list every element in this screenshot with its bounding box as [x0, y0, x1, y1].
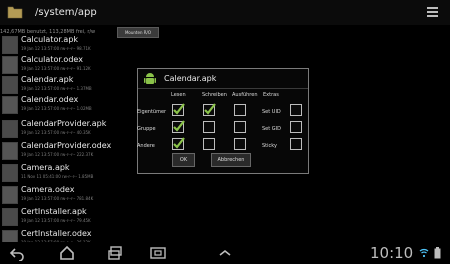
file-name: CalendarProvider.apk	[21, 119, 107, 128]
dialog-divider	[138, 88, 308, 89]
home-icon[interactable]	[59, 245, 75, 261]
list-item[interactable]: Calculator.apk 19 Jan 12 13:57:00 rw-r--…	[0, 34, 450, 56]
file-name: CertInstaller.odex	[21, 229, 92, 238]
row-group: Gruppe	[137, 126, 156, 132]
odex-file-icon	[2, 56, 18, 74]
dialog-title: Calendar.apk	[164, 74, 217, 83]
row-owner: Eigentümer	[137, 109, 167, 115]
android-icon	[144, 73, 156, 84]
file-meta: 19 Jan 12 13:57:00 rw-r--r-- 40.35K	[21, 130, 91, 135]
chevron-up-icon[interactable]	[217, 245, 233, 261]
owner-read-checkbox[interactable]	[172, 103, 185, 116]
check-icon	[173, 137, 185, 149]
odex-file-icon	[2, 142, 18, 160]
recent-apps-icon[interactable]	[108, 245, 124, 261]
apk-file-icon	[2, 120, 18, 138]
permissions-dialog: Calendar.apk Lesen Schreiben Ausführen E…	[137, 68, 309, 174]
label-set-uid: Set UID	[262, 109, 281, 115]
others-write-checkbox[interactable]	[203, 138, 215, 150]
file-meta: 19 Jan 12 13:57:00 rw-r--r-- 98.71K	[21, 46, 91, 51]
menu-icon[interactable]	[427, 7, 438, 18]
group-read-checkbox[interactable]	[172, 120, 185, 133]
apk-file-icon	[2, 36, 18, 54]
file-meta: 19 Jan 12 13:57:00 rw-r--r-- 781.84K	[21, 196, 94, 201]
folder-icon	[7, 6, 23, 19]
column-read: Lesen	[171, 92, 186, 98]
ok-button[interactable]: OK	[172, 153, 195, 167]
odex-file-icon	[2, 186, 18, 204]
column-extras: Extras	[263, 92, 279, 98]
odex-file-icon	[2, 96, 18, 114]
file-meta: 11 Nov 11 05:41:00 rw-r--r-- 1.85MB	[21, 174, 94, 179]
file-name: Calendar.apk	[21, 75, 74, 84]
label-sticky: Sticky	[262, 143, 277, 149]
apk-file-icon	[2, 76, 18, 94]
file-name: Camera.odex	[21, 185, 75, 194]
check-icon	[173, 120, 185, 132]
back-icon[interactable]	[9, 245, 25, 261]
others-read-checkbox[interactable]	[172, 137, 185, 150]
check-icon	[204, 103, 216, 115]
battery-icon	[434, 247, 441, 259]
column-write: Schreiben	[202, 92, 227, 98]
others-execute-checkbox[interactable]	[234, 138, 246, 150]
group-write-checkbox[interactable]	[203, 121, 215, 133]
owner-execute-checkbox[interactable]	[234, 104, 246, 116]
cancel-button[interactable]: Abbrechen	[211, 153, 251, 167]
file-name: Camera.apk	[21, 163, 70, 172]
group-execute-checkbox[interactable]	[234, 121, 246, 133]
sticky-checkbox[interactable]	[290, 138, 302, 150]
file-meta: 19 Jan 12 13:57:00 rw-r--r-- 222.37K	[21, 152, 94, 157]
file-name: CertInstaller.apk	[21, 207, 87, 216]
current-path: /system/app	[35, 7, 97, 18]
apk-file-icon	[2, 164, 18, 182]
file-meta: 19 Jan 12 13:57:00 rw-r--r-- 1.02MB	[21, 106, 92, 111]
check-icon	[173, 103, 185, 115]
apk-file-icon	[2, 208, 18, 226]
wifi-icon	[419, 248, 429, 258]
label-set-gid: Set GID	[262, 126, 281, 132]
set-uid-checkbox[interactable]	[290, 104, 302, 116]
list-item[interactable]: Camera.odex 19 Jan 12 13:57:00 rw-r--r--…	[0, 184, 450, 206]
list-item[interactable]: CertInstaller.apk 19 Jan 12 13:57:00 rw-…	[0, 206, 450, 228]
row-others: Andere	[137, 143, 155, 149]
file-name: CalendarProvider.odex	[21, 141, 112, 150]
file-meta: 19 Jan 12 13:57:00 rw-r--r-- 91.12K	[21, 66, 91, 71]
clock: 10:10	[370, 244, 414, 262]
file-name: Calculator.odex	[21, 55, 83, 64]
file-name: Calendar.odex	[21, 95, 79, 104]
owner-write-checkbox[interactable]	[203, 103, 216, 116]
file-name: Calculator.apk	[21, 35, 79, 44]
screenshot-icon[interactable]	[150, 245, 166, 261]
set-gid-checkbox[interactable]	[290, 121, 302, 133]
top-bar: /system/app	[0, 0, 450, 25]
column-execute: Ausführen	[232, 92, 258, 98]
file-meta: 19 Jan 12 13:57:00 rw-r--r-- 79.45K	[21, 218, 91, 223]
file-meta: 19 Jan 12 13:57:00 rw-r--r-- 1.37MB	[21, 86, 92, 91]
